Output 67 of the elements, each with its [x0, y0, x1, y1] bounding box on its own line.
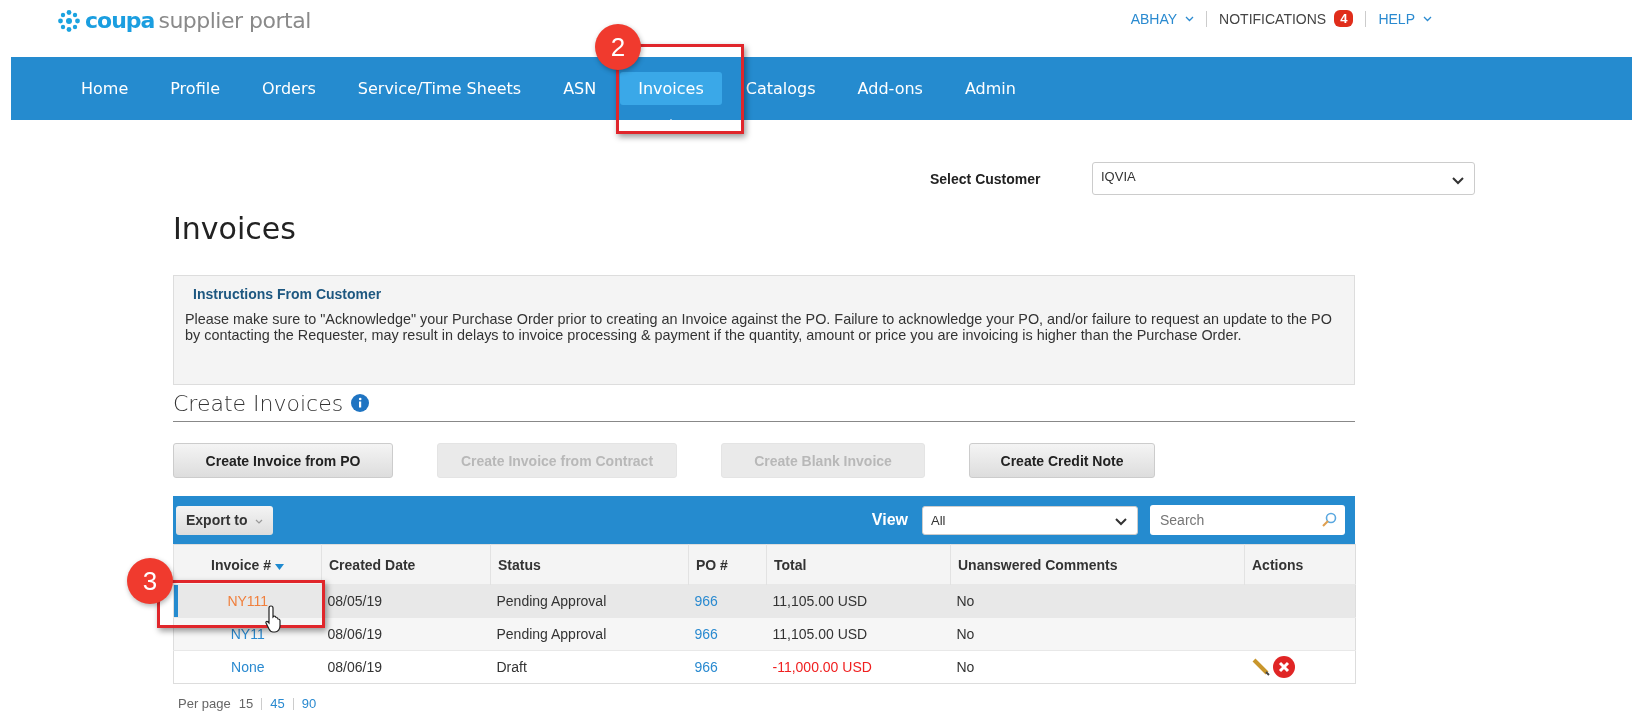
- comments-cell: No: [956, 659, 975, 675]
- nav-tab[interactable]: ASN: [545, 72, 615, 105]
- logo-icon: [57, 8, 81, 33]
- nav-tab[interactable]: Home: [63, 72, 147, 105]
- delete-icon[interactable]: [1272, 656, 1295, 678]
- per-page-option[interactable]: 90: [301, 696, 317, 711]
- help-menu[interactable]: HELP: [1378, 10, 1415, 27]
- invoice-link[interactable]: None: [231, 659, 265, 675]
- invoice-link[interactable]: NY111: [227, 593, 269, 609]
- invoice-link[interactable]: NY11: [230, 626, 265, 642]
- date-cell: 08/05/19: [327, 593, 382, 609]
- column-header[interactable]: PO #: [696, 556, 728, 573]
- notification-count: 4: [1334, 10, 1354, 27]
- table-row[interactable]: NY111 08/05/19 Pending Approval 966 11,105.00 USD No: [173, 584, 1356, 618]
- instructions-text: Please make sure to "Acknowledge" your Purchase Order prior to creating an Invoice against the PO. Failure to acknowledge your PO, and/or failure to request an update to the PO by contacting the Requester, may result in delays to invoice processing & payment if the quantity, amount or price you are invoicing is higher than the Purchase Order.: [185, 311, 1333, 343]
- section-title: Create Invoices: [173, 390, 344, 416]
- view-dropdown[interactable]: All: [922, 505, 1138, 535]
- column-header[interactable]: Actions: [1252, 556, 1304, 573]
- nav-tab[interactable]: Add-ons: [839, 72, 941, 105]
- table-row[interactable]: None 08/06/19 Draft 966 -11,000.00 USD No: [173, 650, 1356, 684]
- status-cell: Pending Approval: [496, 593, 607, 609]
- status-cell: Pending Approval: [496, 626, 607, 642]
- date-cell: 08/06/19: [327, 659, 382, 675]
- comments-cell: No: [956, 593, 975, 609]
- po-link[interactable]: 966: [694, 626, 718, 642]
- column-header[interactable]: Total: [774, 556, 807, 573]
- callout-number: 3: [127, 558, 173, 604]
- logo-brand: coupa: [85, 8, 155, 33]
- user-menu[interactable]: ABHAY: [1130, 10, 1178, 27]
- logo-product: supplier portal: [158, 8, 311, 33]
- callout-number: 2: [595, 24, 641, 70]
- per-page-option[interactable]: 45: [270, 696, 285, 711]
- search-field[interactable]: Search: [1150, 505, 1345, 535]
- pencil-icon[interactable]: [1250, 657, 1271, 677]
- nav-tab[interactable]: Service/Time Sheets: [339, 72, 540, 105]
- view-label: View: [871, 511, 908, 529]
- search-icon[interactable]: [1321, 512, 1337, 528]
- nav-tab[interactable]: Invoices: [620, 72, 722, 105]
- total-cell: -11,000.00 USD: [772, 659, 872, 675]
- create-button[interactable]: Create Credit Note: [969, 443, 1155, 478]
- per-page-label: Per page: [178, 696, 231, 711]
- nav-tab[interactable]: Admin: [946, 72, 1034, 105]
- total-cell: 11,105.00 USD: [772, 626, 868, 642]
- chevron-down-icon[interactable]: [1452, 176, 1464, 185]
- nav-tab[interactable]: Catalogs: [727, 72, 834, 105]
- select-customer-label: Select Customer: [930, 170, 1042, 187]
- total-cell: 11,105.00 USD: [772, 593, 868, 609]
- column-header[interactable]: Invoice #: [211, 556, 271, 573]
- nav-tab[interactable]: Orders: [244, 72, 334, 105]
- column-header[interactable]: Status: [498, 556, 541, 573]
- po-link[interactable]: 966: [694, 593, 718, 609]
- sort-icon: [274, 563, 284, 570]
- info-icon[interactable]: [351, 394, 370, 412]
- table-row[interactable]: NY11 08/06/19 Pending Approval 966 11,105.00 USD No: [173, 617, 1356, 651]
- page-title: Invoices: [173, 210, 297, 248]
- status-cell: Draft: [496, 659, 527, 675]
- comments-cell: No: [956, 626, 975, 642]
- notifications-link[interactable]: NOTIFICATIONS: [1219, 10, 1327, 27]
- nav-tab[interactable]: Profile: [152, 72, 238, 105]
- chevron-down-icon[interactable]: [1115, 518, 1127, 526]
- create-button[interactable]: Create Invoice from PO: [173, 443, 393, 478]
- export-button[interactable]: Export to: [176, 505, 274, 535]
- instructions-title: Instructions From Customer: [193, 286, 383, 302]
- po-link[interactable]: 966: [694, 659, 718, 675]
- customer-dropdown[interactable]: IQVIA: [1092, 162, 1475, 195]
- date-cell: 08/06/19: [327, 626, 382, 642]
- per-page-option[interactable]: 15: [238, 696, 254, 711]
